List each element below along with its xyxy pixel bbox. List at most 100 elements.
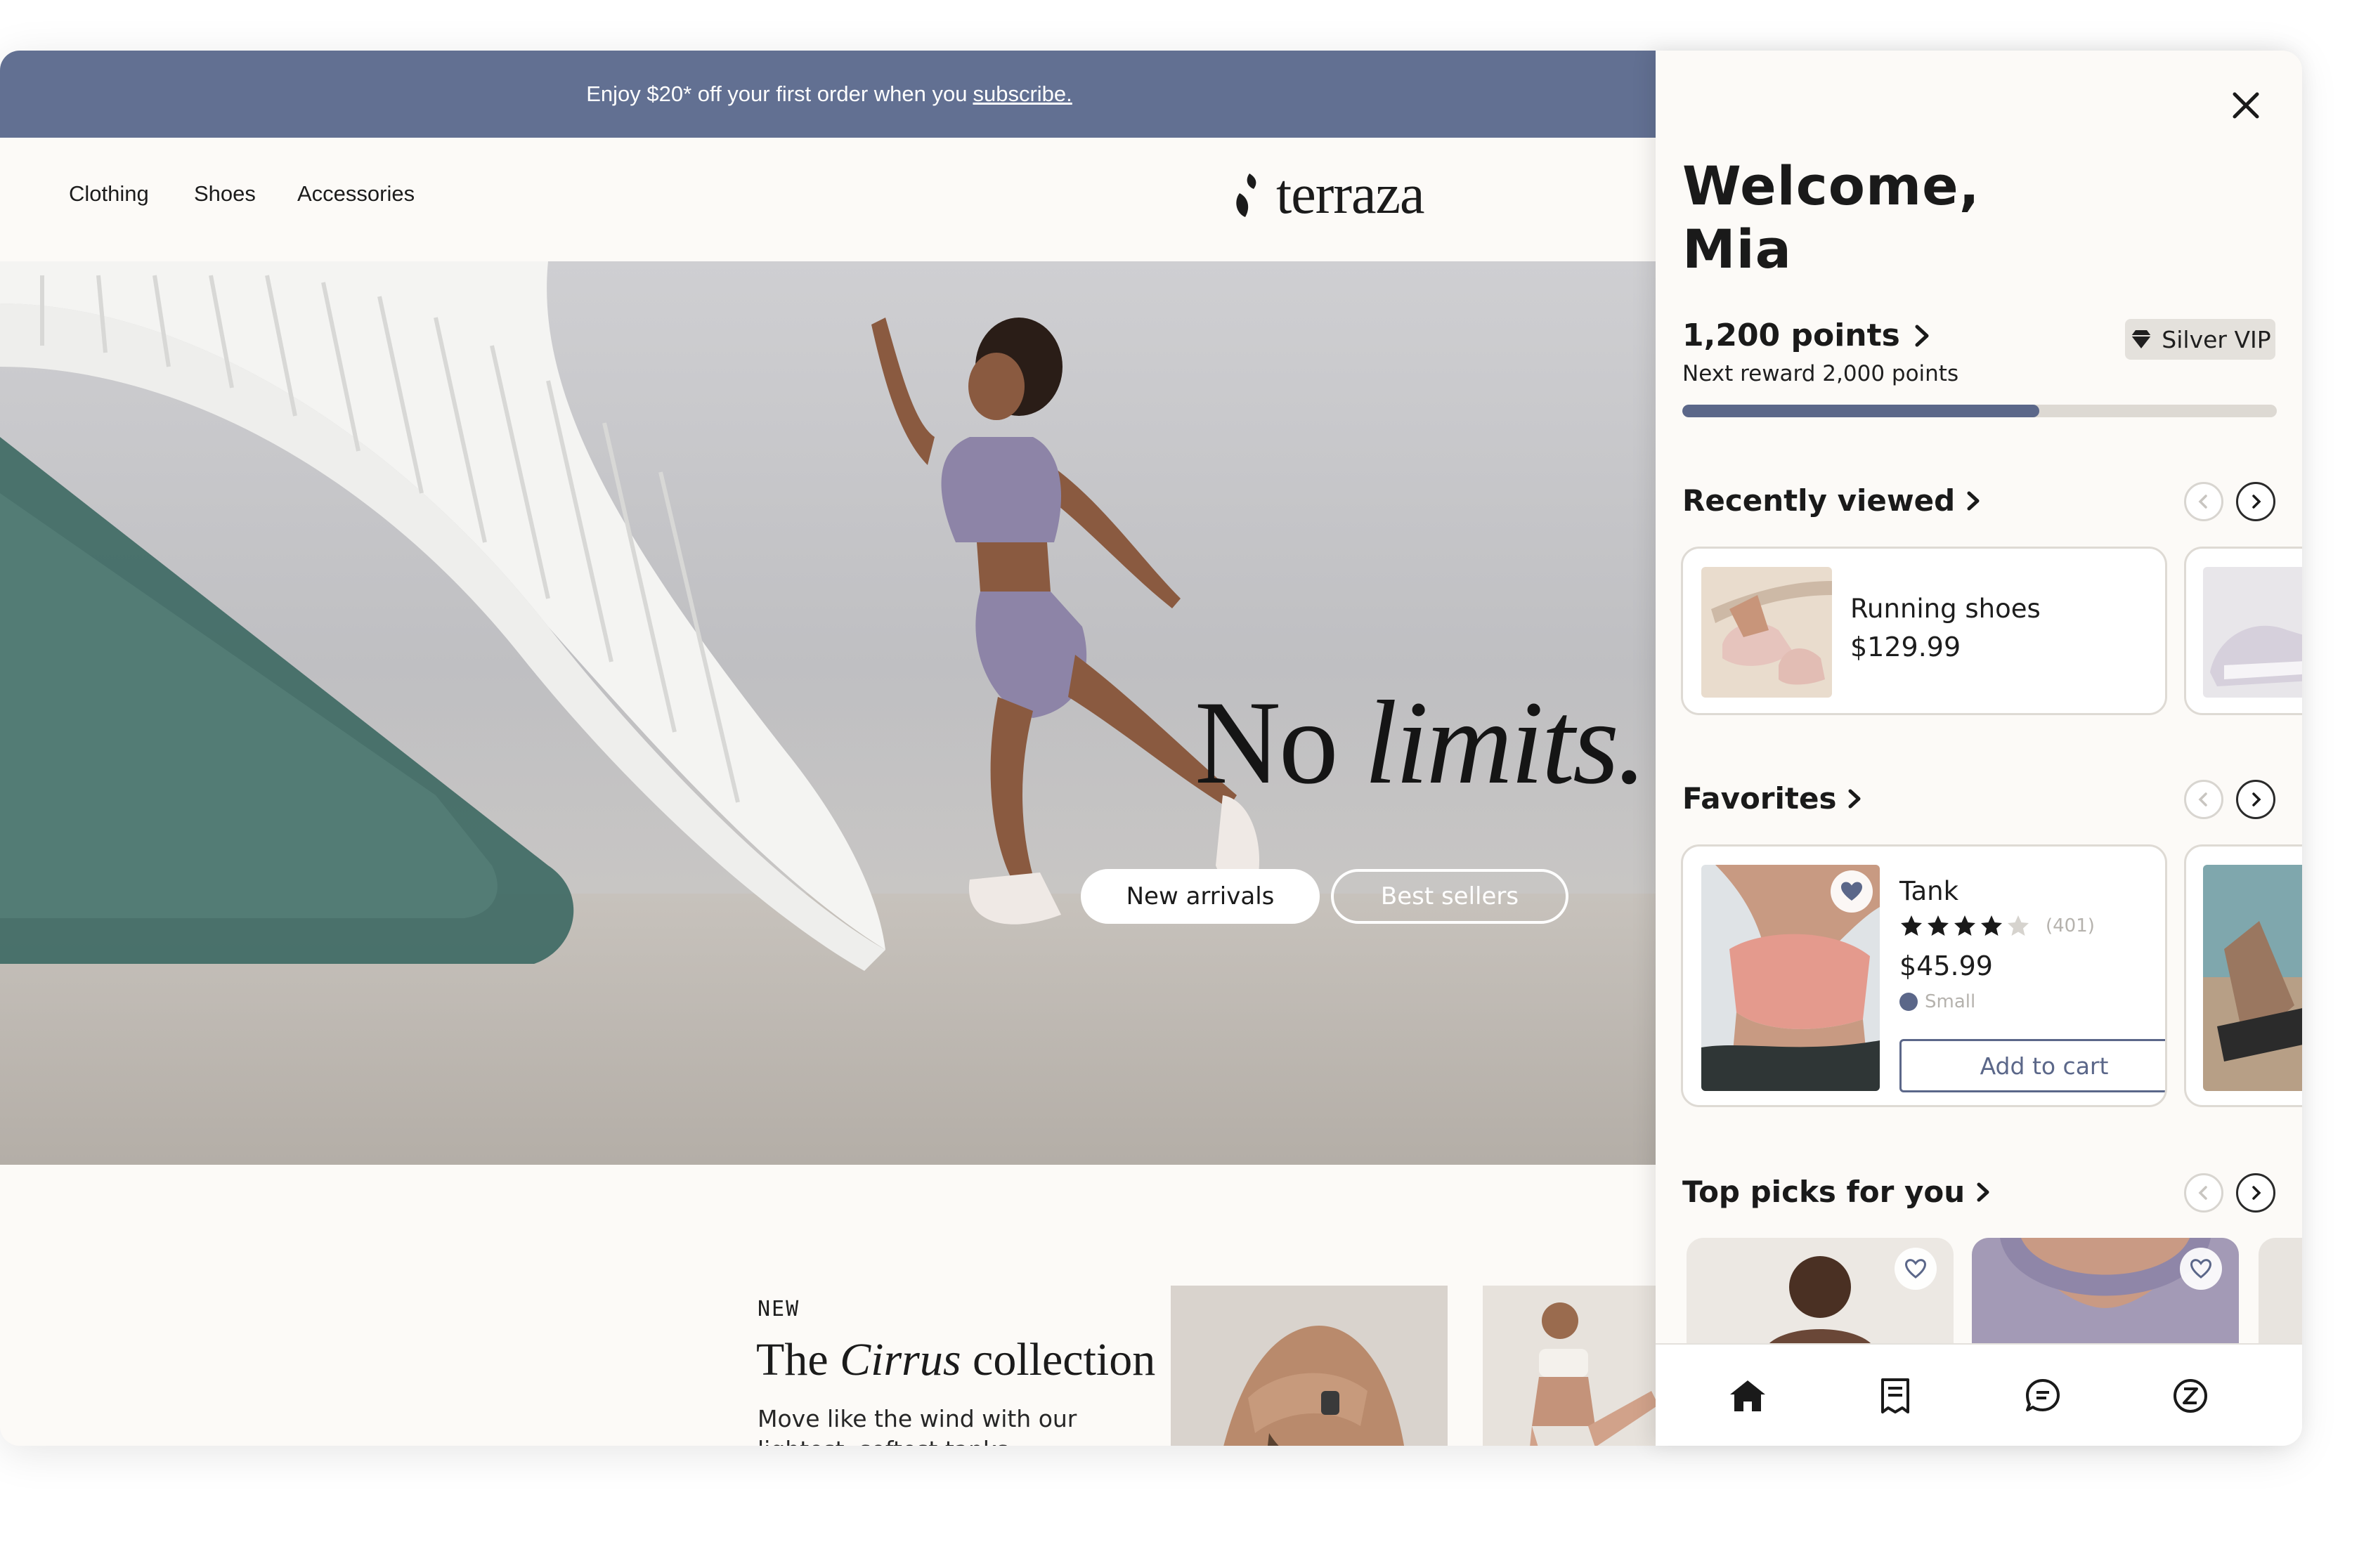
- collection-photo-1: [1171, 1286, 1448, 1446]
- add-to-cart-button[interactable]: Add to cart: [1899, 1039, 2165, 1092]
- panel-bottom-nav: [1656, 1343, 2302, 1446]
- collection-photo-2: [1483, 1286, 1658, 1446]
- nav-chat-button[interactable]: [2018, 1371, 2067, 1420]
- top-pick-card-2[interactable]: [1972, 1238, 2239, 1350]
- recent-prev-button[interactable]: [2184, 482, 2223, 521]
- heart-outline-icon: [2190, 1259, 2212, 1279]
- favorite-product-name: Tank: [1899, 876, 1959, 906]
- nav-clothing[interactable]: Clothing: [69, 181, 149, 207]
- collection-tile-1[interactable]: [1171, 1286, 1448, 1446]
- welcome-name: Mia: [1682, 218, 1792, 280]
- brand-z-icon: [2174, 1379, 2207, 1413]
- top-pick-card-1[interactable]: [1687, 1238, 1954, 1350]
- heart-filled-icon: [1841, 882, 1862, 901]
- close-icon: [2233, 92, 2259, 119]
- nav-home-button[interactable]: [1723, 1371, 1772, 1420]
- diamond-icon: [2131, 330, 2152, 348]
- favorite-product-image-next: [2203, 865, 2302, 1091]
- close-button[interactable]: [2225, 84, 2267, 126]
- brand-logo[interactable]: terraza: [1233, 163, 1425, 227]
- recent-product-price: $129.99: [1850, 632, 1961, 662]
- running-shoes-photo: [1701, 567, 1832, 698]
- hero-title-plain: No: [1195, 677, 1339, 809]
- collection-title-italic: Cirrus: [840, 1334, 961, 1385]
- top-picks-next-button[interactable]: [2236, 1173, 2275, 1213]
- size-indicator: Small: [1899, 991, 1975, 1012]
- hero-banner: No limits. New arrivals Best sellers: [0, 261, 1658, 1165]
- brand-wordmark: terraza: [1276, 164, 1425, 226]
- nav-orders-button[interactable]: [1871, 1371, 1920, 1420]
- recent-product-card-next[interactable]: [2184, 547, 2302, 715]
- recent-product-name: Running shoes: [1850, 594, 2041, 624]
- favorites-heading[interactable]: Favorites: [1682, 781, 1863, 816]
- chevron-right-icon: [2252, 1186, 2261, 1200]
- loyalty-panel: Welcome, Mia 1,200 points Silver VIP Nex…: [1656, 51, 2302, 1446]
- favorite-product-image: [1701, 865, 1880, 1091]
- points-progress-fill: [1682, 405, 2039, 417]
- heart-outline-icon: [1904, 1259, 1927, 1279]
- favorites-prev-button[interactable]: [2184, 780, 2223, 819]
- recent-product-image: [1701, 567, 1832, 698]
- chevron-left-icon: [2198, 792, 2207, 806]
- top-pick-card-3[interactable]: [2259, 1238, 2302, 1350]
- chevron-right-icon: [1848, 789, 1861, 808]
- recent-next-button[interactable]: [2236, 482, 2275, 521]
- chevron-right-icon: [2252, 792, 2261, 806]
- favorite-product-card[interactable]: Tank (401) $45.99 Small Add to cart: [1681, 844, 2167, 1107]
- welcome-heading: Welcome, Mia: [1682, 155, 1980, 281]
- star-filled-icon: [1901, 915, 1922, 936]
- favorites-title: Favorites: [1682, 781, 1837, 816]
- nav-accessories[interactable]: Accessories: [297, 181, 415, 207]
- top-picks-prev-button[interactable]: [2184, 1173, 2223, 1213]
- top-picks-heading[interactable]: Top picks for you: [1682, 1175, 1992, 1209]
- new-arrivals-button[interactable]: New arrivals: [1081, 869, 1320, 924]
- welcome-line1: Welcome,: [1682, 155, 1980, 217]
- next-reward-text: Next reward 2,000 points: [1682, 361, 1959, 386]
- chevron-left-icon: [2198, 1186, 2207, 1200]
- chevron-right-icon: [1977, 1182, 1989, 1201]
- recently-viewed-heading[interactable]: Recently viewed: [1682, 483, 1982, 518]
- leaf-logo-icon: [1236, 173, 1256, 217]
- points-link[interactable]: 1,200 points: [1682, 318, 1931, 353]
- chevron-right-icon: [1915, 325, 1929, 346]
- receipt-icon: [1881, 1378, 1909, 1413]
- best-sellers-button[interactable]: Best sellers: [1331, 869, 1568, 924]
- collection-description: Move like the wind with our lightest, so…: [758, 1405, 1077, 1446]
- favorite-toggle-button[interactable]: [1831, 870, 1873, 913]
- rating-count: (401): [2046, 915, 2095, 936]
- recent-product-image-next: [2203, 567, 2302, 698]
- nav-shoes[interactable]: Shoes: [194, 181, 256, 207]
- collection-title-post: collection: [973, 1334, 1156, 1385]
- promo-banner: Enjoy $20* off your first order when you…: [0, 51, 1658, 138]
- runner-figure: [871, 318, 1260, 925]
- collection-title-pre: The: [756, 1334, 829, 1385]
- star-filled-icon: [1928, 915, 1949, 936]
- hero-title-italic: limits.: [1364, 677, 1646, 809]
- top-pick-favorite-button[interactable]: [2180, 1248, 2222, 1290]
- star-filled-icon: [1954, 915, 1975, 936]
- star-filled-icon: [1981, 915, 2002, 936]
- top-pick-favorite-button[interactable]: [1895, 1248, 1937, 1290]
- points-progress-bar: [1682, 405, 2277, 417]
- favorites-next-button[interactable]: [2236, 780, 2275, 819]
- nav-brand-button[interactable]: [2166, 1371, 2215, 1420]
- beach-photo: [2203, 865, 2302, 1091]
- collection-title: The Cirrus collection: [756, 1333, 1155, 1387]
- favorite-product-card-next[interactable]: [2184, 844, 2302, 1107]
- color-swatch: [1899, 993, 1918, 1011]
- subscribe-link[interactable]: subscribe.: [973, 81, 1072, 107]
- collection-section: NEW The Cirrus collection Move like the …: [0, 1165, 1658, 1446]
- size-label: Small: [1925, 991, 1976, 1012]
- promo-text: Enjoy $20* off your first order when you: [586, 81, 968, 106]
- chevron-left-icon: [2198, 495, 2207, 509]
- recent-product-card[interactable]: Running shoes $129.99: [1681, 547, 2167, 715]
- chevron-right-icon: [1967, 491, 1980, 510]
- tier-badge: Silver VIP: [2125, 319, 2275, 360]
- sneaker-photo: [2203, 567, 2302, 698]
- hero-title: No limits.: [1195, 674, 1647, 811]
- points-label: 1,200 points: [1682, 318, 1900, 353]
- star-empty-icon: [2008, 915, 2029, 936]
- rating-stars: [1899, 914, 2030, 938]
- collection-tile-2[interactable]: [1483, 1286, 1658, 1446]
- tier-label: Silver VIP: [2162, 325, 2271, 353]
